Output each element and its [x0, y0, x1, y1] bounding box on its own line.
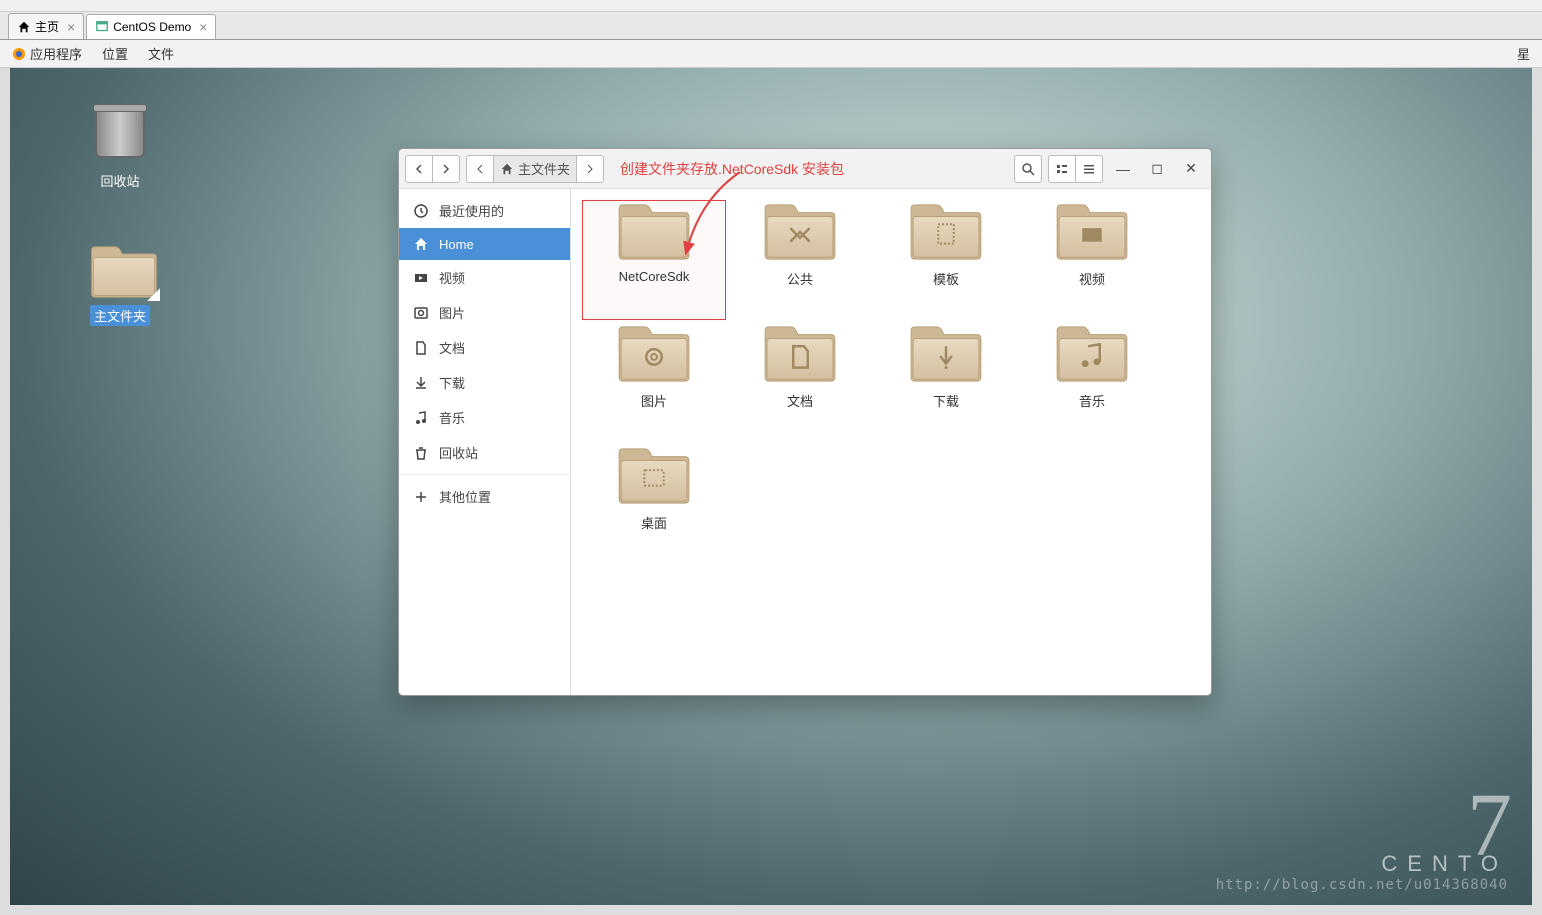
file-label: 下载: [933, 391, 959, 410]
sidebar-item-label: 其他位置: [439, 487, 491, 506]
file-item[interactable]: 桌面: [581, 443, 727, 565]
trash-icon: [95, 108, 145, 158]
sidebar-item-label: 视频: [439, 268, 465, 287]
file-label: 公共: [787, 269, 813, 288]
search-button[interactable]: [1014, 155, 1042, 183]
close-button[interactable]: ✕: [1177, 155, 1205, 183]
file-item[interactable]: 图片: [581, 321, 727, 443]
annotation-text: 创建文件夹存放.NetCoreSdk 安装包: [620, 159, 844, 179]
close-icon[interactable]: ×: [67, 19, 75, 35]
sidebar-item-other[interactable]: 其他位置: [399, 479, 570, 514]
file-item[interactable]: 下载: [873, 321, 1019, 443]
home-folder-label: 主文件夹: [90, 305, 150, 326]
file-label: 桌面: [641, 513, 667, 532]
file-item[interactable]: 视频: [1019, 199, 1165, 321]
file-label: 模板: [933, 269, 959, 288]
sidebar-item-label: 音乐: [439, 408, 465, 427]
file-item[interactable]: 公共: [727, 199, 873, 321]
host-toolbar: [0, 0, 1542, 12]
tab-centos-label: CentOS Demo: [113, 20, 191, 34]
file-grid[interactable]: NetCoreSdk 公共 模板 视频图片 文档 下载 音乐桌面: [571, 189, 1211, 695]
path-label: 主文件夹: [518, 159, 570, 178]
places-menu[interactable]: 位置: [102, 44, 128, 63]
sidebar-item-label: 图片: [439, 303, 465, 322]
clock: 星: [1517, 44, 1530, 63]
path-bar: 主文件夹: [466, 155, 604, 183]
back-button[interactable]: [405, 155, 433, 183]
minimize-button[interactable]: —: [1109, 155, 1137, 183]
files-menu[interactable]: 文件: [148, 44, 174, 63]
sidebar-item-pictures[interactable]: 图片: [399, 295, 570, 330]
sidebar-item-label: 回收站: [439, 443, 478, 462]
file-manager-window: 主文件夹 创建文件夹存放.NetCoreSdk 安装包 — ◻ ✕ 最近使用的 H…: [398, 148, 1212, 696]
centos-brand: CENTO: [1381, 851, 1508, 877]
close-icon[interactable]: ×: [199, 19, 207, 35]
trash-label: 回收站: [75, 170, 165, 191]
list-view-button[interactable]: [1048, 155, 1076, 183]
sidebar-item-label: 文档: [439, 338, 465, 357]
apps-label: 应用程序: [30, 44, 82, 63]
tab-home[interactable]: 主页 ×: [8, 13, 84, 39]
sidebar-item-label: 最近使用的: [439, 201, 504, 220]
headerbar: 主文件夹 创建文件夹存放.NetCoreSdk 安装包 — ◻ ✕: [399, 149, 1211, 189]
host-tabs: 主页 × CentOS Demo ×: [0, 12, 1542, 40]
file-label: 视频: [1079, 269, 1105, 288]
menu-button[interactable]: [1075, 155, 1103, 183]
home-desktop-icon[interactable]: 主文件夹: [75, 243, 165, 326]
file-label: 文档: [787, 391, 813, 410]
nav-group: [405, 155, 460, 183]
path-prev-button[interactable]: [466, 155, 494, 183]
maximize-button[interactable]: ◻: [1143, 155, 1171, 183]
file-item[interactable]: 模板: [873, 199, 1019, 321]
sidebar-item-music[interactable]: 音乐: [399, 400, 570, 435]
tab-centos[interactable]: CentOS Demo ×: [86, 14, 216, 39]
applications-menu[interactable]: 应用程序: [12, 44, 82, 63]
desktop[interactable]: 回收站 主文件夹 7 CENTO http://blog.csdn.net/u0…: [10, 68, 1532, 905]
sidebar-item-label: 下载: [439, 373, 465, 392]
path-home-button[interactable]: 主文件夹: [493, 155, 577, 183]
tab-home-label: 主页: [35, 18, 59, 35]
sidebar-item-trash[interactable]: 回收站: [399, 435, 570, 470]
sidebar-item-recent[interactable]: 最近使用的: [399, 193, 570, 228]
sidebar-item-home[interactable]: Home: [399, 228, 570, 260]
path-next-button[interactable]: [576, 155, 604, 183]
file-label: 音乐: [1079, 391, 1105, 410]
file-item[interactable]: 音乐: [1019, 321, 1165, 443]
sidebar-item-documents[interactable]: 文档: [399, 330, 570, 365]
forward-button[interactable]: [432, 155, 460, 183]
file-item[interactable]: 文档: [727, 321, 873, 443]
file-label: 图片: [641, 391, 667, 410]
sidebar: 最近使用的 Home 视频图片文档下载音乐回收站其他位置: [399, 189, 571, 695]
sidebar-item-downloads[interactable]: 下载: [399, 365, 570, 400]
sidebar-item-label: Home: [439, 237, 474, 252]
file-label: NetCoreSdk: [619, 269, 690, 284]
sidebar-item-videos[interactable]: 视频: [399, 260, 570, 295]
gnome-topbar: 应用程序 位置 文件 星: [0, 40, 1542, 68]
trash-desktop-icon[interactable]: 回收站: [75, 108, 165, 191]
file-item[interactable]: NetCoreSdk: [581, 199, 727, 321]
watermark-url: http://blog.csdn.net/u014368040: [1216, 877, 1508, 893]
